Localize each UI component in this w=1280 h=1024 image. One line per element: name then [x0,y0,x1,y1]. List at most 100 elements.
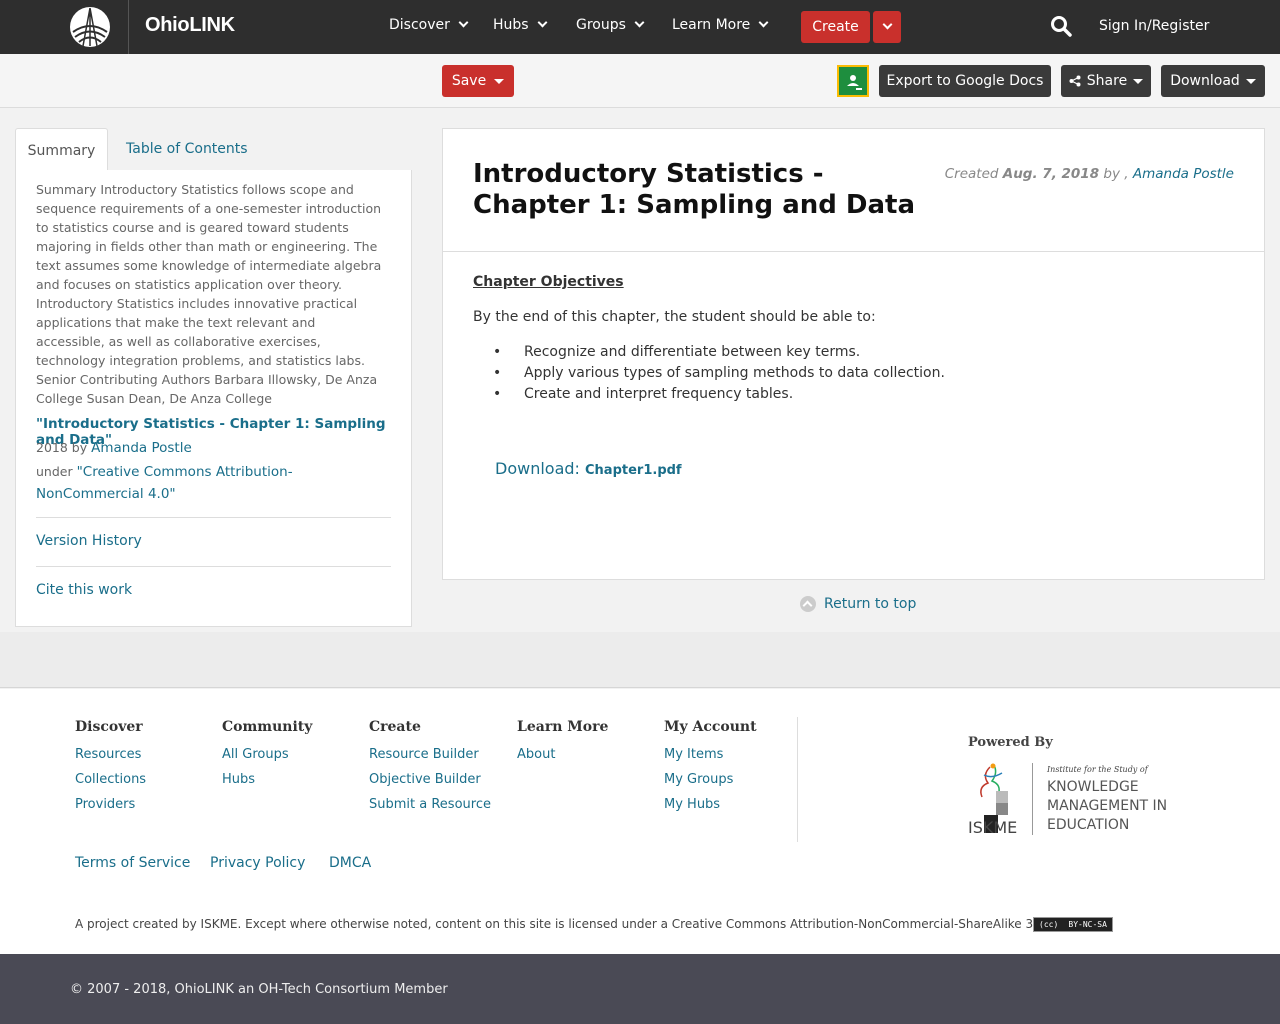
list-item: Apply various types of sampling methods … [473,365,945,386]
chevron-down-icon [634,17,645,28]
license-link[interactable]: "Creative Commons Attribution-NonCommerc… [36,464,293,502]
created-meta: Created Aug. 7, 2018 by , Amanda Postle [945,166,1234,182]
terms-of-service-link[interactable]: Terms of Service [75,855,190,871]
return-to-top-link[interactable]: Return to top [800,596,916,612]
create-dropdown-button[interactable] [873,11,901,43]
tab-summary[interactable]: Summary [15,128,108,172]
footer-col-learn-more: Learn More About [517,719,608,772]
chevron-down-icon [882,19,892,30]
cite-this-work-link[interactable]: Cite this work [36,582,132,598]
create-button[interactable]: Create [801,11,870,43]
chevron-down-icon [458,17,469,28]
nav-menu-groups[interactable]: Groups [576,17,645,33]
footer-link-collections[interactable]: Collections [75,772,146,787]
iskme-line4: EDUCATION [1047,817,1129,833]
share-label: Share [1086,73,1128,89]
objectives-heading: Chapter Objectives [473,274,624,290]
nav-menu-label: Discover [389,17,450,33]
chevron-down-icon [537,17,548,28]
footer-link-my-groups[interactable]: My Groups [664,772,757,787]
google-classroom-icon[interactable] [837,65,869,97]
download-label-link[interactable]: Download: [495,459,580,478]
resource-content: Introductory Statistics - Chapter 1: Sam… [442,128,1265,580]
share-button[interactable]: Share [1061,65,1151,97]
footer-divider [797,717,798,842]
author-link[interactable]: Amanda Postle [91,440,192,456]
caret-down-icon [1245,78,1256,84]
tab-table-of-contents[interactable]: Table of Contents [126,141,248,157]
created-label: Created [944,166,999,182]
footer-heading: Learn More [517,719,609,735]
download-button[interactable]: Download [1161,65,1265,97]
download-label: Download [1170,73,1240,89]
file-download-link[interactable]: Chapter1.pdf [585,463,682,478]
ohiolink-logo-icon[interactable] [69,6,111,48]
under-text: under [36,464,73,479]
cc-icon: (cc) [1039,920,1059,929]
iskme-logo[interactable]: ISKME Institute for the Study of KNOWLED… [968,761,1173,837]
footer-link-resources[interactable]: Resources [75,747,146,762]
footer-link-objective-builder[interactable]: Objective Builder [369,772,491,787]
resource-sidebar: Summary Table of Contents Summary Introd… [15,128,412,627]
caret-down-icon [494,78,505,84]
footer-heading: Create [369,719,421,735]
cc-license-badge[interactable]: (cc) BY-NC-SA [1033,917,1113,932]
by-label: by , [1103,166,1129,182]
site-footer: Discover Resources Collections Providers… [0,689,1280,954]
attribution-byline: 2018 by Amanda Postle [36,440,192,456]
nav-menu-discover[interactable]: Discover [389,17,469,33]
sign-in-register-link[interactable]: Sign In/Register [1099,18,1209,34]
footer-heading: My Account [664,719,757,735]
footer-heading: Discover [75,719,143,735]
download-line: Download: Chapter1.pdf [495,459,682,478]
copyright-text: © 2007 - 2018, OhioLINK an OH-Tech Conso… [70,982,448,997]
return-to-top-label: Return to top [824,596,917,612]
objectives-intro: By the end of this chapter, the student … [473,309,876,325]
summary-text: Summary Introductory Statistics follows … [36,182,382,406]
list-item: Create and interpret frequency tables. [473,386,945,407]
footer-heading: Community [222,719,313,735]
footer-col-community: Community All Groups Hubs [222,719,312,797]
footer-link-all-groups[interactable]: All Groups [222,747,312,762]
share-icon [1069,75,1081,87]
sidebar-panel: Summary Introductory Statistics follows … [15,170,412,627]
iskme-line2: KNOWLEDGE [1047,779,1139,795]
footer-col-my-account: My Account My Items My Groups My Hubs [664,719,757,822]
divider [36,566,391,567]
author-link[interactable]: Amanda Postle [1133,166,1234,182]
sidebar-tabs: Summary Table of Contents [15,128,412,172]
footer-link-resource-builder[interactable]: Resource Builder [369,747,491,762]
dmca-link[interactable]: DMCA [329,855,371,871]
nav-menu-label: Hubs [493,17,529,33]
footer-col-discover: Discover Resources Collections Providers [75,719,146,822]
footer-link-submit-resource[interactable]: Submit a Resource [369,797,491,812]
privacy-policy-link[interactable]: Privacy Policy [210,855,305,871]
nav-menu-hubs[interactable]: Hubs [493,17,548,33]
created-date: Aug. 7, 2018 [1002,166,1100,182]
objectives-list: Recognize and differentiate between key … [473,344,945,407]
nav-menu-learn-more[interactable]: Learn More [672,17,769,33]
page-title: Introductory Statistics - Chapter 1: Sam… [473,159,916,220]
version-history-link[interactable]: Version History [36,533,142,549]
divider [36,517,391,518]
footer-link-providers[interactable]: Providers [75,797,146,812]
list-item: Recognize and differentiate between key … [473,344,945,365]
save-button[interactable]: Save [442,65,514,97]
footer-link-about[interactable]: About [517,747,608,762]
footer-link-hubs[interactable]: Hubs [222,772,312,787]
footer-col-create: Create Resource Builder Objective Builde… [369,719,491,822]
copyright-bar: © 2007 - 2018, OhioLINK an OH-Tech Conso… [0,954,1280,1024]
nav-menu-label: Groups [576,17,626,33]
top-nav: OhioLINK Discover Hubs Groups Learn More… [0,0,1280,54]
iskme-short-text: ISKME [968,818,1017,837]
project-license-text: A project created by ISKME. Except where… [75,917,1098,931]
year-by-text: 2018 by [36,440,88,455]
footer-link-my-hubs[interactable]: My Hubs [664,797,757,812]
brand-name[interactable]: OhioLINK [145,14,235,37]
save-button-label: Save [451,73,487,89]
iskme-line1: Institute for the Study of [1046,765,1150,774]
export-google-docs-button[interactable]: Export to Google Docs [879,65,1051,97]
search-icon[interactable] [1050,15,1072,37]
iskme-line3: MANAGEMENT IN [1047,798,1167,814]
footer-link-my-items[interactable]: My Items [664,747,757,762]
